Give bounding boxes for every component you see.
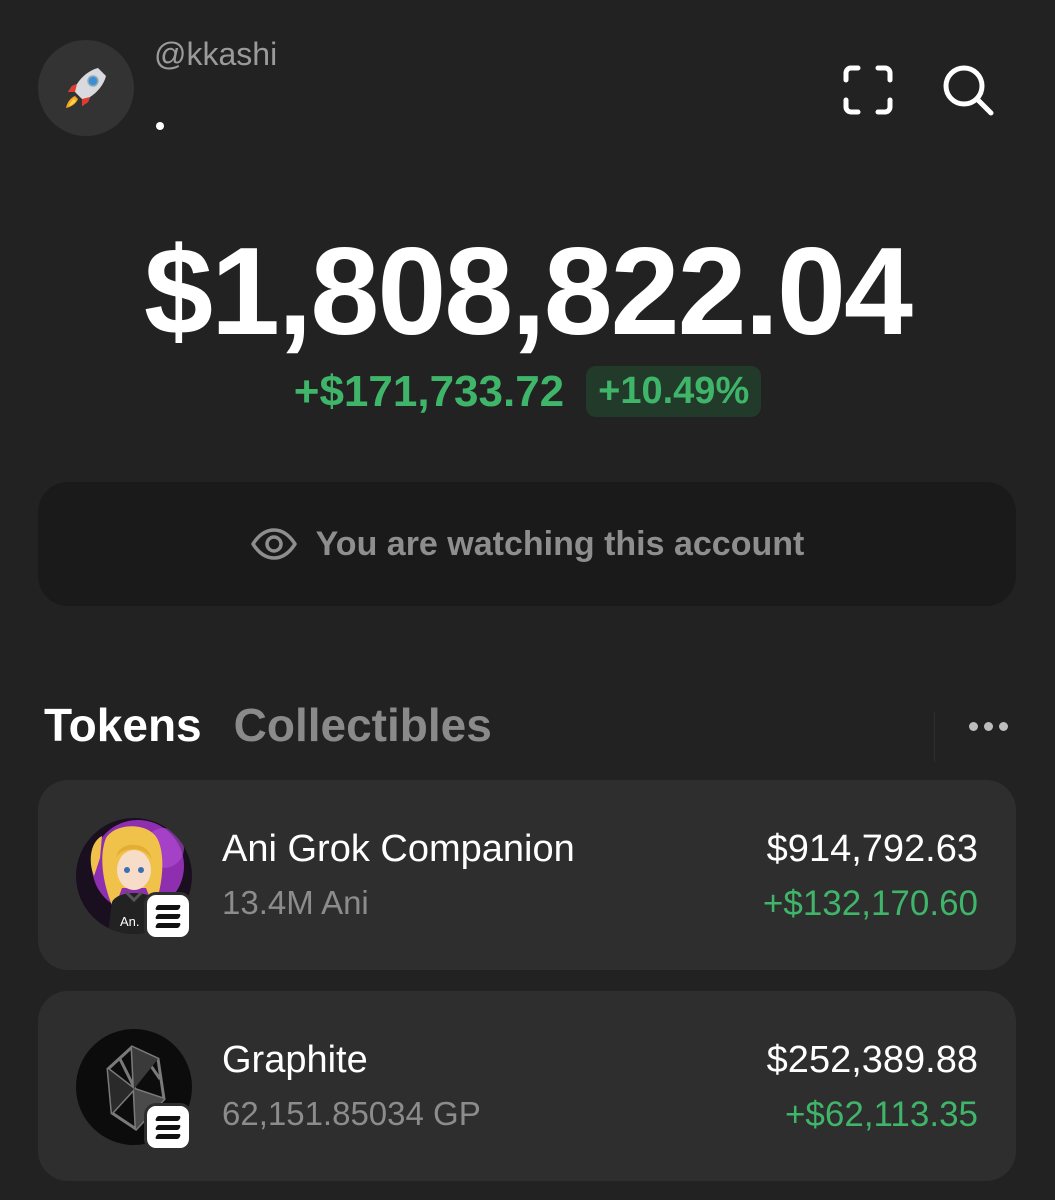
more-dot (983, 721, 993, 731)
divider (934, 712, 935, 762)
scan-button[interactable] (838, 60, 898, 120)
tab-collectibles[interactable]: Collectibles (234, 698, 492, 752)
token-quantity: 13.4M Ani (222, 884, 369, 921)
total-balance: $1,808,822.04 (144, 223, 913, 361)
token-change: +$132,170.60 (762, 884, 978, 923)
token-quantity: 62,151.85034 GP (222, 1095, 481, 1132)
logo-label: An. (120, 914, 140, 929)
more-options-button[interactable] (958, 708, 1018, 744)
token-name: Graphite (222, 1039, 368, 1081)
watching-banner: You are watching this account (38, 482, 1016, 606)
search-icon (943, 65, 994, 116)
token-row[interactable]: Graphite 62,151.85034 GP $252,389.88 +$6… (38, 991, 1016, 1181)
username[interactable]: @kkashi (154, 36, 277, 73)
token-value: $914,792.63 (766, 828, 978, 870)
more-dot (998, 721, 1008, 731)
solana-icon (144, 892, 192, 940)
search-button[interactable] (938, 60, 998, 120)
status-dot (156, 122, 164, 130)
token-row[interactable]: An. Ani Grok Companion 13.4M Ani $914,79… (38, 780, 1016, 970)
change-percent-badge: +10.49% (586, 366, 762, 417)
token-logo (76, 1029, 192, 1151)
watching-text: You are watching this account (315, 524, 805, 563)
asset-tabs: Tokens Collectibles (44, 698, 492, 752)
token-value: $252,389.88 (766, 1039, 978, 1081)
scan-icon (843, 65, 893, 115)
token-change: +$62,113.35 (784, 1095, 978, 1134)
token-name: Ani Grok Companion (222, 828, 575, 870)
change-amount: +$171,733.72 (293, 366, 565, 416)
more-horizontal-icon (968, 721, 978, 731)
solana-icon (144, 1103, 192, 1151)
tab-tokens[interactable]: Tokens (44, 698, 202, 752)
avatar[interactable] (38, 40, 134, 136)
wallet-screen: @kkashi $1,808,822.04 +$171,733.72 +10.4… (0, 0, 1055, 1200)
balance-change: +$171,733.72 +10.49% (0, 366, 1055, 417)
token-logo: An. (76, 818, 192, 940)
rocket-icon (66, 68, 106, 108)
eye-icon (250, 528, 297, 560)
